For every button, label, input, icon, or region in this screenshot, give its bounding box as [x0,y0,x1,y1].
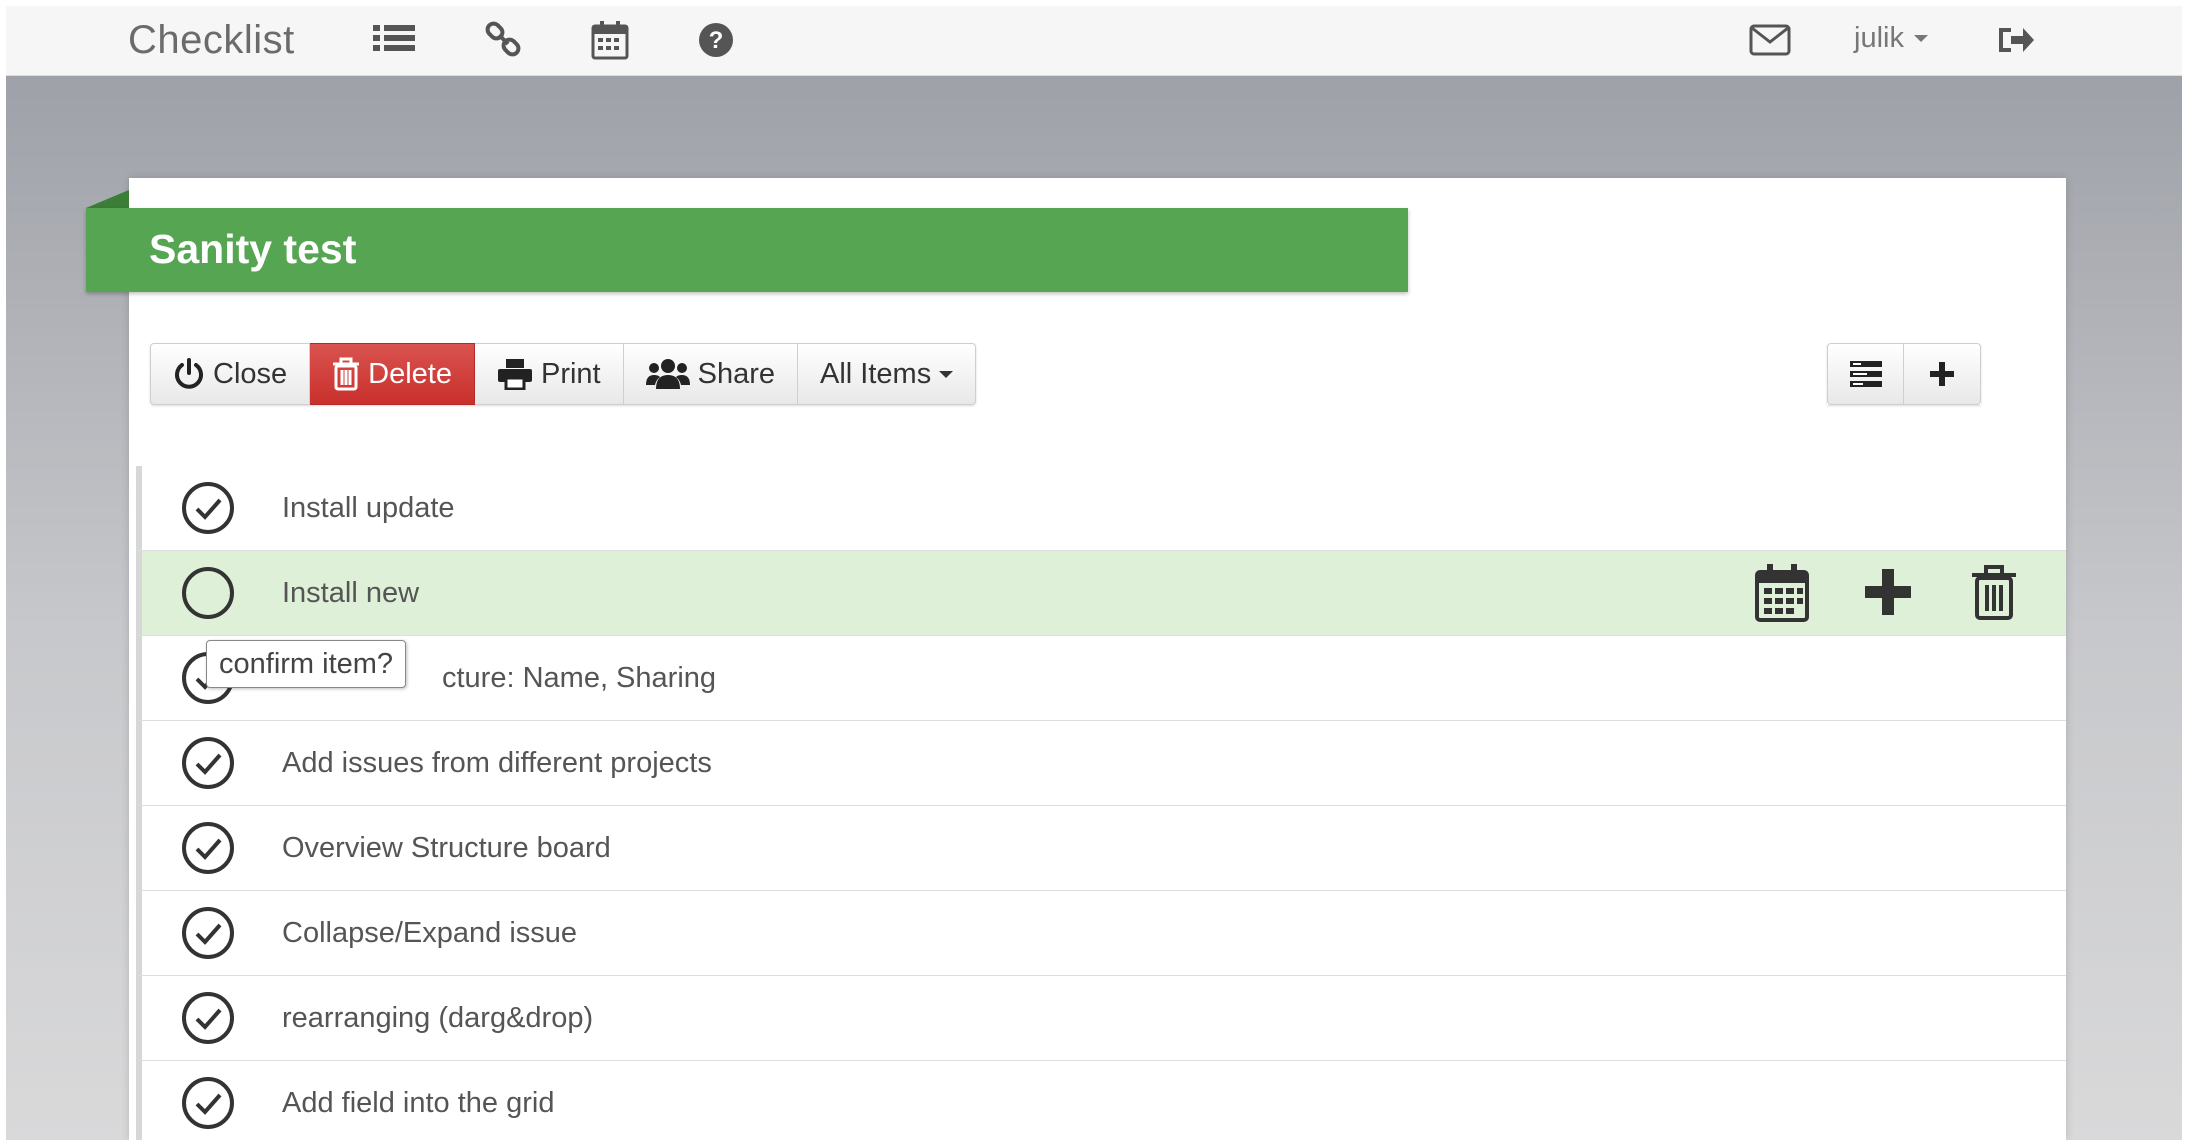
checked-circle-icon[interactable] [180,1075,236,1131]
item-label[interactable]: Overview Structure board [282,832,611,865]
list-item[interactable]: Install new [136,551,2066,636]
checklist-title[interactable]: Sanity test [149,226,356,273]
unchecked-circle-icon[interactable] [180,565,236,621]
top-navbar: Checklist ? julik [6,6,2182,76]
items-filter-dropdown[interactable]: All Items [798,343,977,405]
brand-title[interactable]: Checklist [128,18,295,63]
sign-out-icon[interactable] [1994,18,2038,62]
print-button[interactable]: Print [474,343,624,405]
print-icon [497,359,532,390]
checked-circle-icon[interactable] [180,990,236,1046]
item-calendar-icon[interactable] [1752,561,1812,623]
close-button[interactable]: Close [150,343,311,405]
users-icon [645,359,690,389]
help-icon[interactable]: ? [694,18,738,62]
checklist-title-ribbon: Sanity test [86,208,1408,292]
item-label[interactable]: Add field into the grid [282,1087,554,1120]
list-item[interactable]: cture: Name, Sharing [136,636,2066,721]
item-actions [1752,561,2024,623]
list-item[interactable]: rearranging (darg&drop) [136,976,2066,1061]
confirm-tooltip: confirm item? [206,640,407,688]
link-icon[interactable] [482,18,526,62]
share-button[interactable]: Share [623,343,799,405]
checked-circle-icon[interactable] [180,820,236,876]
item-label[interactable]: Install new [282,577,419,610]
toggle-details-button[interactable] [1827,343,1904,405]
delete-button[interactable]: Delete [310,343,475,405]
filter-label: All Items [820,357,932,390]
share-label: Share [697,357,776,390]
details-list-icon [1849,361,1882,387]
item-label[interactable]: rearranging (darg&drop) [282,1002,593,1035]
list-item[interactable]: Install update [136,466,2066,551]
item-label[interactable]: Collapse/Expand issue [282,917,577,950]
chevron-down-icon [939,370,954,378]
item-delete-icon[interactable] [1964,561,2024,623]
list-item[interactable]: Collapse/Expand issue [136,891,2066,976]
item-label[interactable]: cture: Name, Sharing [442,662,716,695]
item-label[interactable]: Add issues from different projects [282,747,712,780]
plus-icon [1930,362,1954,386]
chevron-down-icon [1913,35,1928,42]
envelope-icon[interactable] [1748,18,1792,62]
item-label[interactable]: Install update [282,492,455,525]
add-item-button[interactable] [1904,343,1981,405]
checked-circle-icon[interactable] [180,735,236,791]
ribbon-fold [86,190,129,208]
list-icon[interactable] [372,18,416,62]
svg-text:?: ? [709,27,724,54]
checklist-items: Install update Install new cture: Name, Sh… [136,466,2066,1140]
checked-circle-icon[interactable] [180,480,236,536]
close-label: Close [213,357,288,390]
username: julik [1854,22,1904,54]
user-menu[interactable]: julik [1854,22,1928,55]
list-tools [1827,343,1981,405]
item-add-icon[interactable] [1858,561,1918,623]
calendar-icon[interactable] [588,18,632,62]
checked-circle-icon[interactable] [180,905,236,961]
power-icon [175,358,203,389]
checklist-toolbar: Close Delete Print Share All Items [150,343,977,405]
list-item[interactable]: Overview Structure board [136,806,2066,891]
trash-icon [333,357,360,391]
print-label: Print [540,357,601,390]
list-item[interactable]: Add field into the grid [136,1061,2066,1140]
list-item[interactable]: Add issues from different projects [136,721,2066,806]
delete-label: Delete [368,357,452,390]
